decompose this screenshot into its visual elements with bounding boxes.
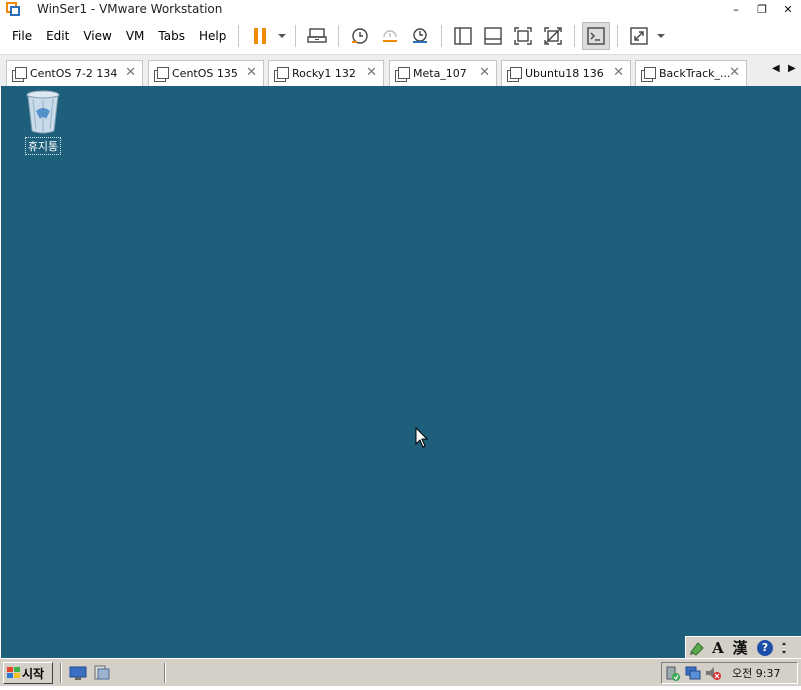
vm-icon (154, 66, 169, 82)
recycle-bin[interactable]: 휴지통 (22, 89, 64, 155)
unity-icon[interactable] (539, 22, 567, 50)
close-icon[interactable]: ✕ (729, 66, 740, 80)
start-label: 시작 (22, 666, 45, 681)
menu-tabs[interactable]: Tabs (152, 18, 191, 54)
toolbar-separator (238, 25, 240, 47)
tab-label: Ubuntu18 136 (525, 67, 604, 80)
tab-scroll-left-icon[interactable]: ◀ (772, 63, 780, 74)
vm-icon (641, 66, 656, 82)
stretch-dropdown-chevron-icon[interactable] (654, 22, 668, 50)
window-bottom-border (0, 686, 801, 690)
window-controls: – ❐ ✕ (723, 0, 801, 18)
start-button[interactable]: 시작 (3, 662, 53, 684)
recycle-bin-label: 휴지통 (24, 137, 62, 155)
vm-icon (507, 66, 522, 82)
toolbar-separator (617, 25, 619, 47)
close-icon[interactable]: ✕ (613, 66, 624, 80)
hanja-convert[interactable]: 漢 (728, 638, 752, 658)
tab-label: Meta_107 (413, 67, 467, 80)
menu-toolbar: File Edit View VM Tabs Help (0, 18, 801, 54)
toolbar-separator (295, 25, 297, 47)
close-icon[interactable]: ✕ (125, 66, 136, 80)
power-dropdown-chevron-icon[interactable] (275, 22, 289, 50)
security-shield-icon[interactable] (664, 665, 682, 681)
clock[interactable]: 오전 9:37 (732, 665, 780, 681)
close-icon[interactable]: ✕ (366, 66, 377, 80)
taskbar-divider (164, 663, 166, 683)
console-view-icon[interactable] (582, 22, 611, 50)
mouse-cursor-icon (415, 427, 429, 448)
pause-icon[interactable] (246, 22, 274, 50)
tab-meta-107[interactable]: Meta_107 ✕ (389, 60, 497, 86)
toolbar-separator (441, 25, 443, 47)
snapshot-take-icon[interactable] (346, 22, 374, 50)
ime-pad-icon[interactable] (686, 638, 708, 658)
network-icon[interactable] (684, 665, 702, 681)
volume-muted-icon[interactable] (704, 665, 722, 681)
help-icon[interactable]: ? (752, 638, 778, 658)
system-tray: 오전 9:37 (661, 662, 798, 684)
vm-icon (274, 66, 289, 82)
vmware-app-icon (5, 1, 21, 17)
close-icon[interactable]: ✕ (246, 66, 257, 80)
tab-label: CentOS 7-2 134 (30, 67, 118, 80)
send-ctrl-alt-del-icon[interactable] (303, 22, 331, 50)
menu-file[interactable]: File (6, 18, 38, 54)
vm-tab-strip: CentOS 7-2 134 ✕ CentOS 135 ✕ Rocky1 132… (0, 54, 801, 86)
library-view-icon[interactable] (449, 22, 477, 50)
toolbar-separator (574, 25, 576, 47)
server-manager-icon[interactable] (69, 665, 87, 681)
language-bar: A 漢 ? (685, 636, 801, 658)
input-mode-a[interactable]: A (708, 638, 728, 658)
menu-vm[interactable]: VM (120, 18, 151, 54)
window-title: WinSer1 - VMware Workstation (37, 2, 223, 16)
menu-view[interactable]: View (77, 18, 117, 54)
tab-label: Rocky1 132 (292, 67, 356, 80)
vm-icon (12, 66, 27, 82)
stretch-guest-icon[interactable] (625, 22, 653, 50)
tab-label: BackTrack_... (659, 67, 731, 80)
thumbnail-bar-icon[interactable] (479, 22, 507, 50)
title-bar: WinSer1 - VMware Workstation – ❐ ✕ (0, 0, 801, 18)
tab-scroll-right-icon[interactable]: ▶ (788, 63, 796, 74)
restore-button[interactable]: ❐ (749, 0, 775, 18)
close-button[interactable]: ✕ (775, 0, 801, 18)
tab-centos-135[interactable]: CentOS 135 ✕ (148, 60, 264, 86)
menu-edit[interactable]: Edit (40, 18, 75, 54)
snapshot-revert-icon[interactable] (376, 22, 404, 50)
guest-desktop[interactable]: 휴지통 A 漢 ? (0, 86, 801, 658)
tab-backtrack[interactable]: BackTrack_... ✕ (635, 60, 747, 86)
tab-ubuntu18-136[interactable]: Ubuntu18 136 ✕ (501, 60, 631, 86)
powershell-icon[interactable] (93, 665, 111, 681)
recycle-bin-icon (26, 90, 60, 134)
close-icon[interactable]: ✕ (479, 66, 490, 80)
full-screen-icon[interactable] (509, 22, 537, 50)
tab-label: CentOS 135 (172, 67, 238, 80)
snapshot-manager-icon[interactable] (406, 22, 434, 50)
toolbar-separator (338, 25, 340, 47)
tab-rocky1-132[interactable]: Rocky1 132 ✕ (268, 60, 384, 86)
minimize-button[interactable]: – (723, 0, 749, 18)
tab-centos-7-2-134[interactable]: CentOS 7-2 134 ✕ (6, 60, 143, 86)
langbar-options-icon[interactable] (778, 638, 790, 658)
menu-help[interactable]: Help (193, 18, 232, 54)
windows-logo-icon (7, 667, 20, 678)
vm-icon (395, 66, 410, 82)
taskbar-divider (60, 663, 62, 683)
